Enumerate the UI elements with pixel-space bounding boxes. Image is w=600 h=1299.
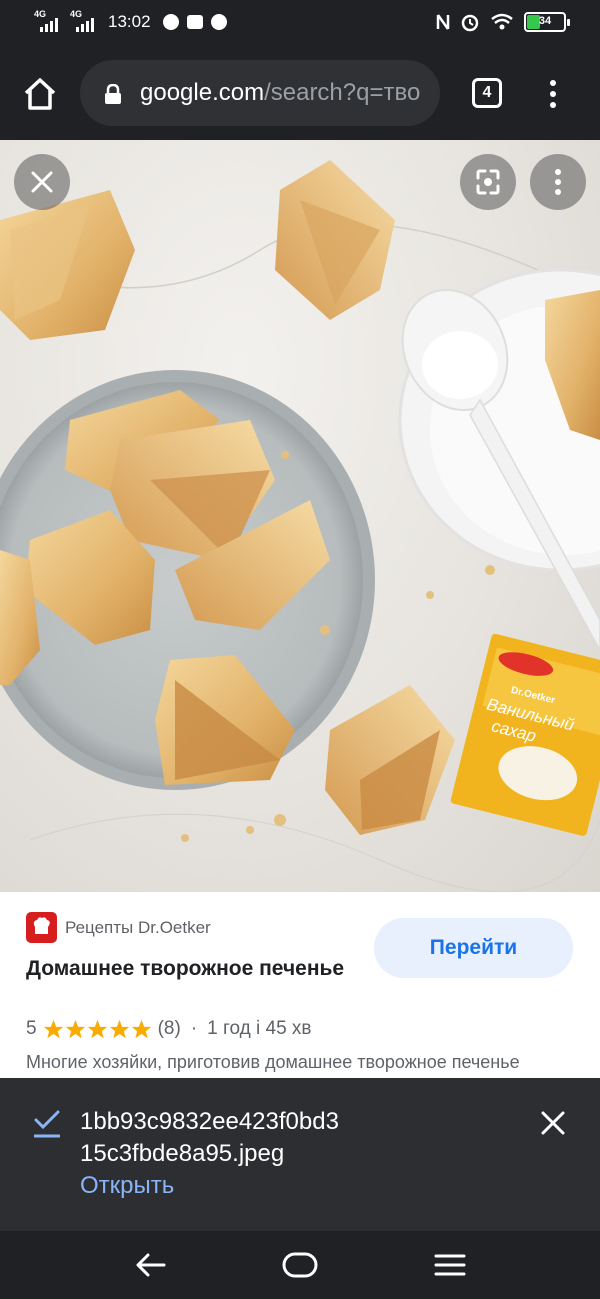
result-description: Многие хозяйки, приготовив домашнее твор… bbox=[26, 1052, 520, 1072]
more-vert-icon[interactable] bbox=[538, 72, 568, 116]
close-icon[interactable] bbox=[538, 1108, 568, 1138]
tab-count: 4 bbox=[482, 84, 492, 101]
status-bar: 4G 4G 13:02 34 bbox=[0, 0, 600, 48]
alarm-icon bbox=[461, 14, 479, 32]
open-download-link[interactable]: Открыть bbox=[80, 1172, 174, 1200]
star-icon bbox=[65, 1019, 85, 1038]
clock: 13:02 bbox=[108, 12, 151, 31]
visit-button[interactable]: Перейти bbox=[374, 918, 573, 978]
wifi-icon bbox=[491, 13, 513, 30]
source-logo-icon bbox=[26, 912, 57, 943]
download-bar: 1bb93c9832ee423f0bd315c3fbde8a95.jpeg От… bbox=[0, 1078, 600, 1231]
url-domain: google.com bbox=[140, 79, 265, 106]
result-title[interactable]: Домашнее творожное печенье bbox=[26, 952, 346, 985]
back-icon[interactable] bbox=[132, 1249, 168, 1281]
result-meta: 5 (8) · 1 год і 45 хв bbox=[26, 1018, 312, 1040]
notification-icon bbox=[162, 14, 179, 30]
review-count: (8) bbox=[157, 1018, 181, 1039]
cook-duration: 1 год і 45 хв bbox=[207, 1018, 312, 1039]
lock-icon bbox=[105, 84, 121, 104]
download-file-name: 1bb93c9832ee423f0bd315c3fbde8a95.jpeg bbox=[80, 1108, 339, 1167]
url-text: google.com/search?q=тво bbox=[140, 79, 430, 107]
home-icon[interactable] bbox=[18, 72, 62, 116]
signal-icon: 4G bbox=[34, 9, 62, 32]
nfc-icon bbox=[436, 14, 450, 30]
meta-separator: · bbox=[190, 1018, 198, 1039]
close-icon bbox=[31, 171, 53, 193]
source[interactable]: Рецепты Dr.Oetker bbox=[26, 912, 211, 943]
rating-value: 5 bbox=[26, 1018, 37, 1039]
rating-stars bbox=[43, 1019, 152, 1040]
home-nav-icon[interactable] bbox=[282, 1249, 318, 1281]
battery-icon: 34 bbox=[524, 12, 570, 32]
tabs-icon[interactable]: 4 bbox=[472, 78, 502, 108]
star-icon bbox=[43, 1019, 63, 1038]
lens-icon bbox=[476, 169, 500, 195]
signal-icon: 4G bbox=[70, 9, 98, 32]
image-more-button[interactable] bbox=[530, 154, 586, 210]
browser-toolbar: google.com/search?q=тво 4 bbox=[0, 48, 600, 140]
star-icon bbox=[109, 1019, 129, 1038]
system-nav-bar bbox=[0, 1231, 600, 1299]
recents-menu-icon[interactable] bbox=[432, 1249, 468, 1281]
url-path: /search?q=тво bbox=[264, 79, 421, 106]
battery-level: 34 bbox=[538, 15, 552, 27]
result-info-panel: Рецепты Dr.Oetker Перейти Домашнее творо… bbox=[0, 892, 600, 1078]
more-vert-icon bbox=[555, 169, 561, 195]
star-icon bbox=[131, 1019, 151, 1038]
mail-icon bbox=[186, 15, 203, 29]
lens-button[interactable] bbox=[460, 154, 516, 210]
download-done-icon bbox=[34, 1110, 60, 1138]
source-name: Рецепты Dr.Oetker bbox=[65, 917, 211, 937]
star-icon bbox=[87, 1019, 107, 1038]
image-preview[interactable]: Dr.Oetker Ванильный сахар bbox=[0, 140, 600, 892]
close-image-button[interactable] bbox=[14, 154, 70, 210]
telegram-icon bbox=[210, 14, 227, 30]
url-bar[interactable]: google.com/search?q=тво bbox=[80, 60, 440, 126]
cookies-photo bbox=[0, 160, 600, 892]
